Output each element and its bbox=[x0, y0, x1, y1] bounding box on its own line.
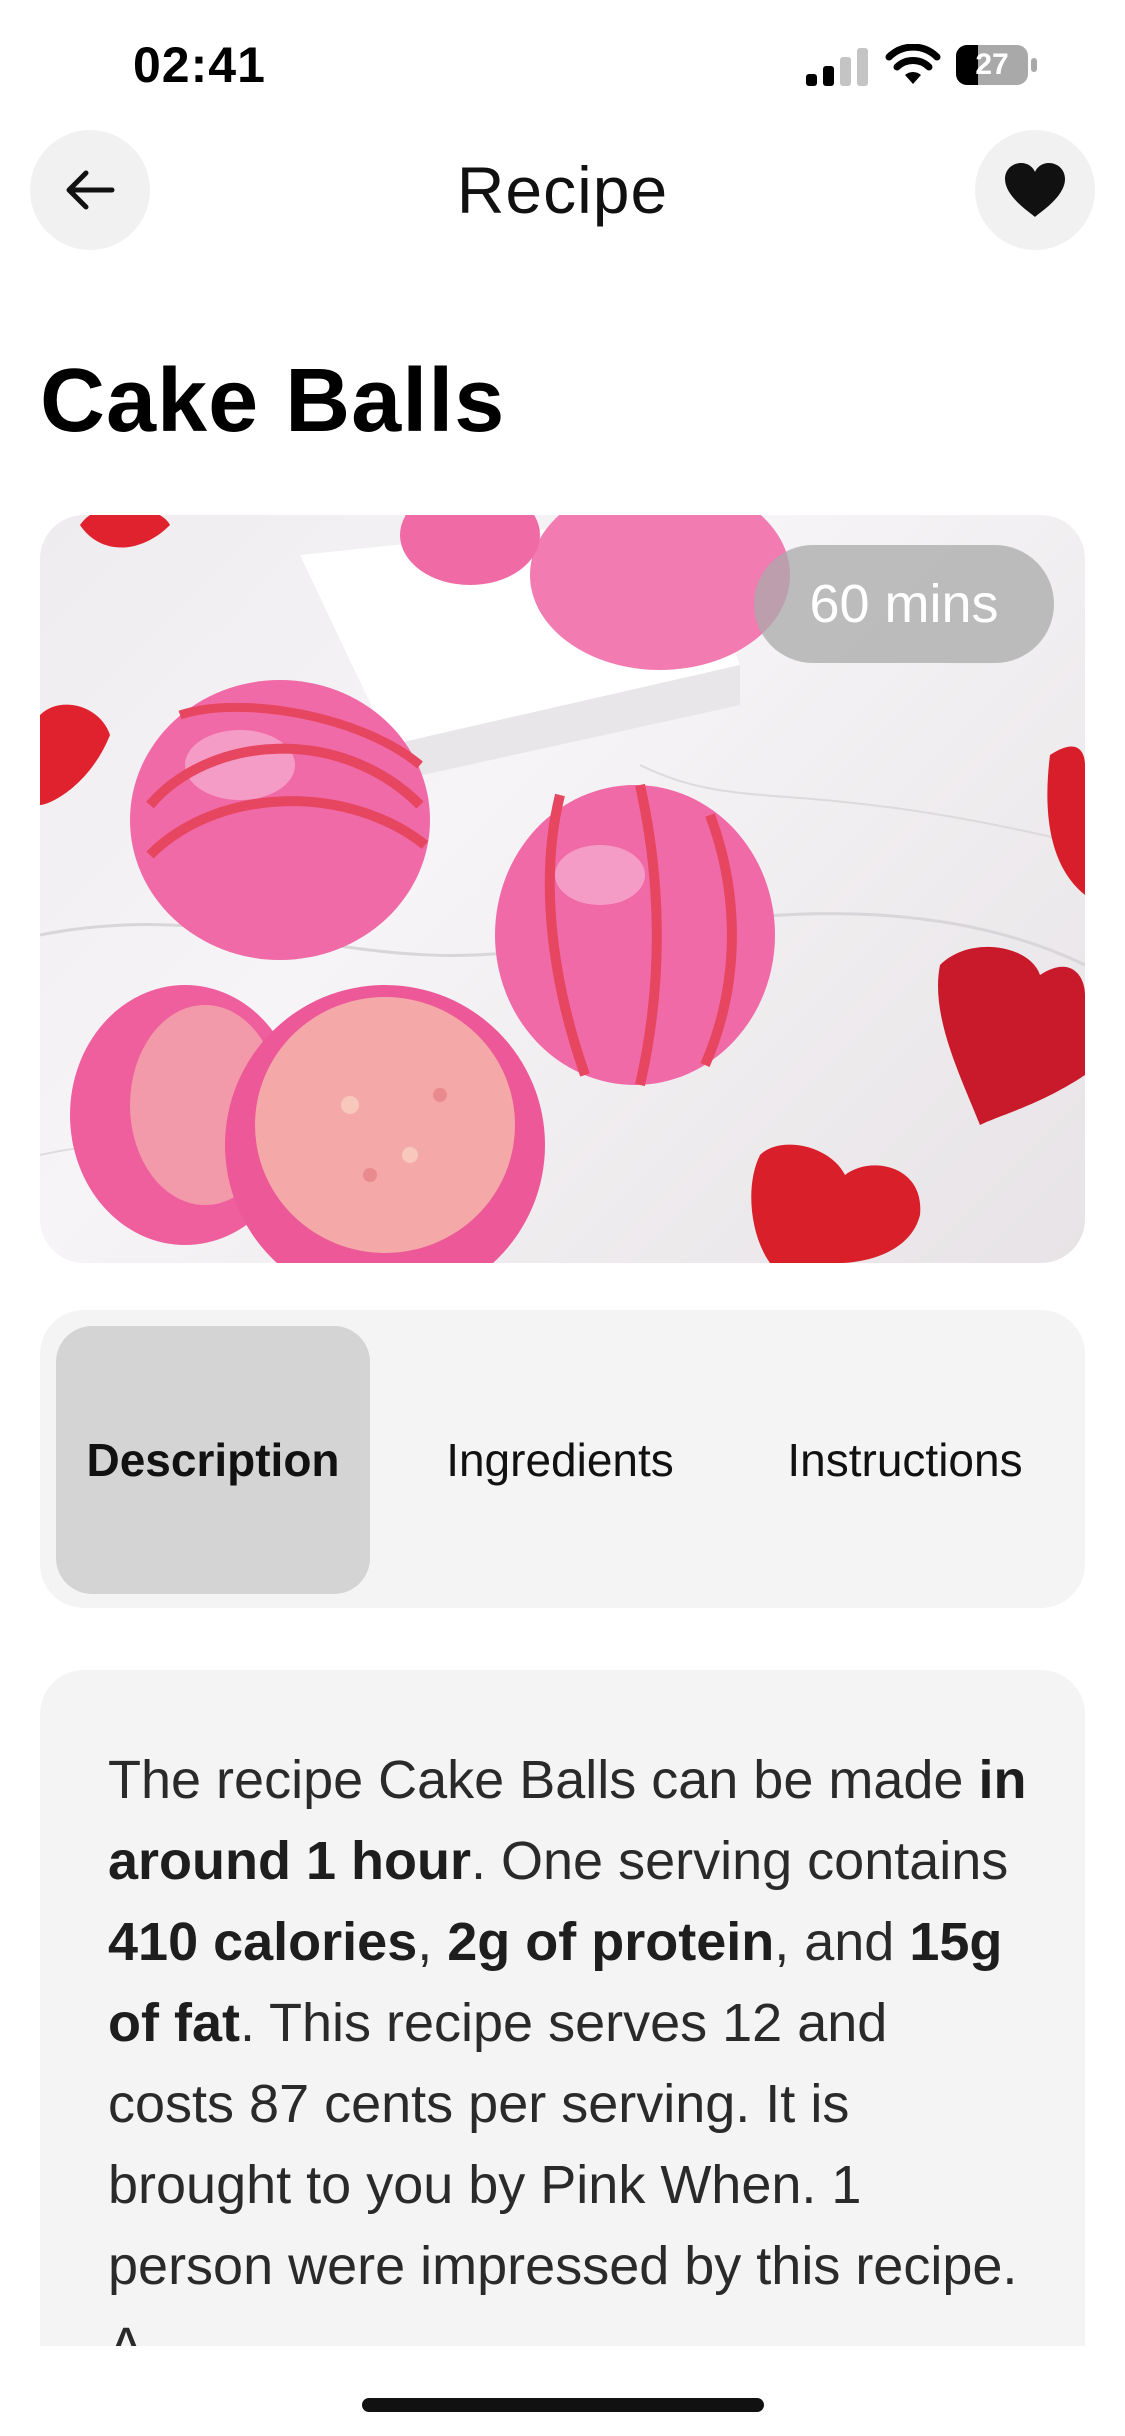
favorite-button[interactable] bbox=[975, 130, 1095, 250]
recipe-title: Cake Balls bbox=[40, 351, 506, 451]
description-part: . This recipe serves 12 and costs 87 cen… bbox=[108, 1993, 1018, 2350]
status-time: 02:41 bbox=[133, 37, 266, 93]
tab-instructions[interactable]: Instructions bbox=[740, 1326, 1070, 1594]
tab-description[interactable]: Description bbox=[56, 1326, 370, 1594]
status-bar: 02:41 27 bbox=[0, 0, 1125, 130]
recipe-tabs: Description Ingredients Instructions bbox=[40, 1310, 1085, 1608]
top-nav: Recipe bbox=[0, 128, 1125, 252]
description-protein: 2g of protein bbox=[447, 1912, 775, 1972]
description-card: The recipe Cake Balls can be made in aro… bbox=[40, 1670, 1085, 2350]
recipe-image: 60 mins bbox=[40, 515, 1085, 1263]
battery-level: 27 bbox=[975, 48, 1009, 81]
cook-time-badge: 60 mins bbox=[754, 545, 1054, 663]
tab-ingredients[interactable]: Ingredients bbox=[410, 1326, 710, 1594]
home-indicator[interactable] bbox=[362, 2398, 764, 2412]
description-part: , bbox=[417, 1912, 448, 1972]
wifi-icon bbox=[885, 44, 941, 84]
description-part: , and bbox=[774, 1912, 910, 1972]
cellular-signal-icon bbox=[806, 48, 868, 86]
description-part: . One serving contains bbox=[471, 1831, 1009, 1891]
recipe-screen: 02:41 27 Recipe Cake Balls 60 mins Descr… bbox=[0, 0, 1125, 2436]
description-part: The recipe Cake Balls can be made bbox=[108, 1750, 979, 1810]
page-title: Recipe bbox=[456, 153, 669, 227]
battery-icon: 27 bbox=[955, 44, 1039, 86]
description-calories: 410 calories bbox=[108, 1912, 418, 1972]
bottom-safe-area bbox=[0, 2346, 1125, 2436]
heart-icon bbox=[1005, 163, 1065, 217]
description-text: The recipe Cake Balls can be made in aro… bbox=[108, 1740, 1028, 2350]
